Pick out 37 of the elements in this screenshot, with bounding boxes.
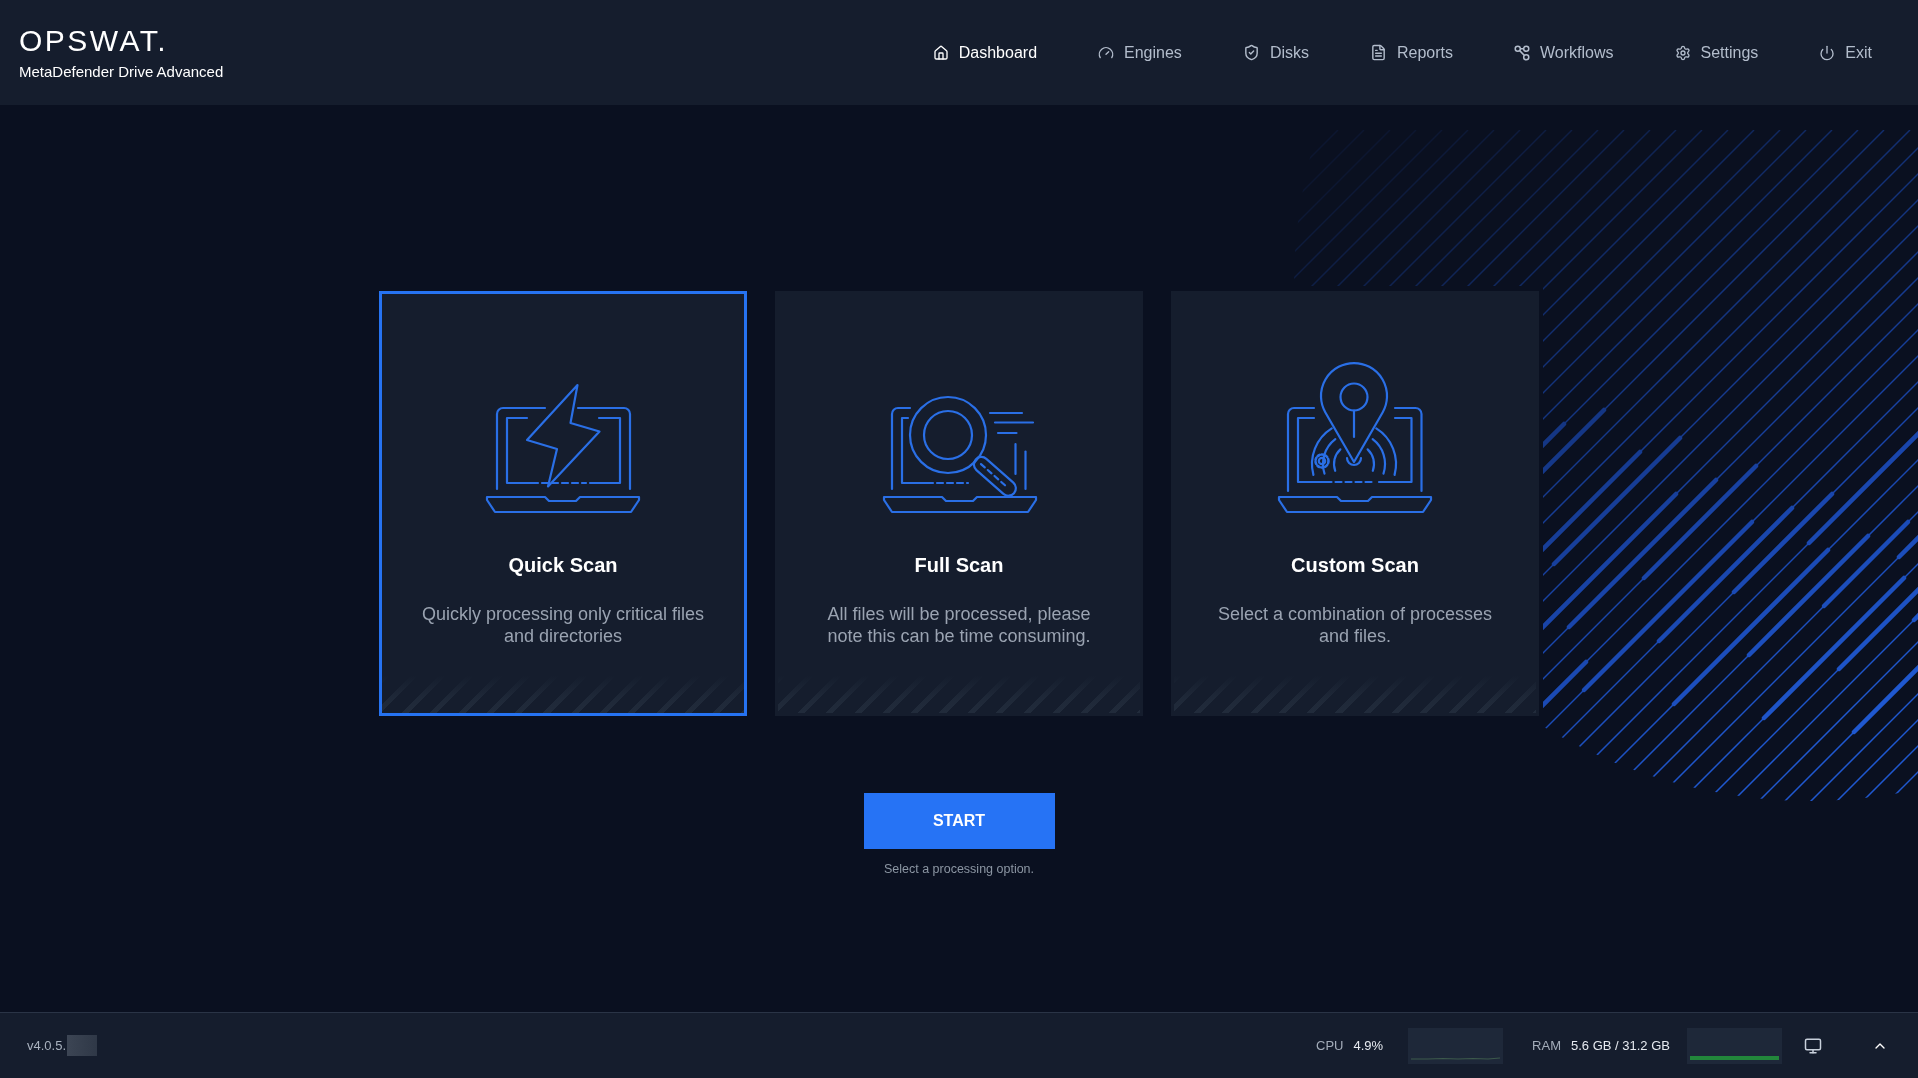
scan-option-card[interactable]: Custom Scan Select a combination of processes and files. — [1171, 291, 1539, 716]
card-description: All files will be processed, please note this can be time consuming. — [826, 603, 1092, 647]
nav-link[interactable]: Exit — [1819, 42, 1872, 63]
shield-check-icon — [1242, 44, 1260, 61]
card-description: Select a combination of processes and files. — [1216, 603, 1494, 647]
ram-value: 5.6 GB / 31.2 GB — [1571, 1038, 1670, 1053]
card-title: Full Scan — [914, 553, 1004, 577]
version-text: v4.0.5. — [27, 1038, 67, 1053]
card-title: Custom Scan — [1291, 553, 1419, 577]
hint-text: Select a processing option. — [883, 862, 1035, 877]
nav-link[interactable]: Settings — [1674, 42, 1759, 63]
scan-option-card[interactable]: Quick Scan Quickly processing only critical files and directories — [379, 291, 747, 716]
nodes-icon — [1514, 44, 1530, 61]
power-icon — [1819, 44, 1836, 61]
home-icon — [932, 44, 949, 61]
laptop-map-pin-icon — [1276, 361, 1434, 514]
opswat-logo: OPSWAT. — [19, 26, 170, 56]
redaction-block — [67, 1035, 98, 1056]
laptop-lightning-icon — [484, 383, 642, 514]
start-button[interactable]: START — [863, 793, 1055, 849]
product-name: MetaDefender Drive Advanced — [19, 64, 224, 79]
document-icon — [1370, 44, 1387, 61]
nav-link[interactable]: Disks — [1242, 42, 1309, 63]
laptop-magnifier-icon — [880, 395, 1038, 514]
nav-link[interactable]: Reports — [1370, 42, 1453, 63]
cpu-label: CPU — [1316, 1038, 1344, 1053]
scan-option-card[interactable]: Full Scan All files will be processed, please note this can be time consuming. — [775, 291, 1143, 716]
ram-label: RAM — [1532, 1038, 1561, 1053]
monitor-icon[interactable] — [1804, 1036, 1822, 1055]
nav-link[interactable]: Engines — [1098, 42, 1182, 63]
cpu-value: 4.9% — [1353, 1038, 1384, 1053]
card-description: Quickly processing only critical files and directories — [420, 603, 706, 647]
nav-link[interactable]: Workflows — [1514, 42, 1614, 63]
card-title: Quick Scan — [508, 553, 618, 577]
nav-link[interactable]: Dashboard — [932, 42, 1038, 63]
settings-icon — [1674, 44, 1691, 61]
gauge-icon — [1098, 44, 1115, 61]
